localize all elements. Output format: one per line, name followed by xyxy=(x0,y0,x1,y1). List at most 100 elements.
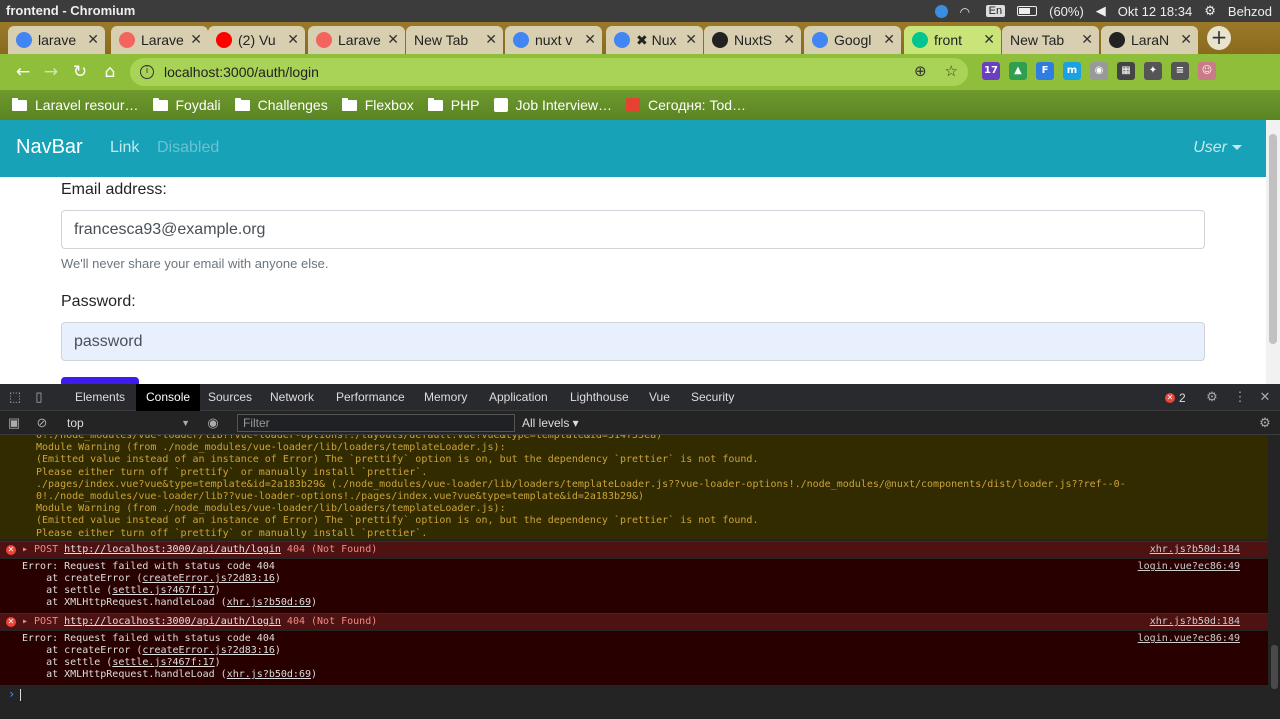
close-tab-icon[interactable]: ✕ xyxy=(783,31,795,48)
devtools-tab-console[interactable]: Console xyxy=(136,384,201,411)
site-info-icon[interactable]: i xyxy=(140,65,154,79)
extension-icon[interactable]: ▲ xyxy=(1009,62,1027,80)
page-scrollbar-thumb[interactable] xyxy=(1269,134,1277,344)
bookmark-item[interactable]: Challenges xyxy=(234,97,328,113)
page-scrollbar[interactable] xyxy=(1266,120,1280,384)
new-tab-button[interactable]: + xyxy=(1207,26,1231,50)
extension-icon[interactable]: F xyxy=(1036,62,1054,80)
navbar-brand[interactable]: NavBar xyxy=(16,136,83,159)
close-tab-icon[interactable]: ✕ xyxy=(1081,31,1093,48)
browser-tab[interactable]: larave ✕ xyxy=(8,26,105,54)
close-tab-icon[interactable]: ✕ xyxy=(287,31,299,48)
wifi-icon[interactable]: ◠ xyxy=(960,5,974,19)
close-tab-icon[interactable]: ✕ xyxy=(190,31,202,48)
volume-icon[interactable]: ◀︎ xyxy=(1096,3,1106,19)
close-tab-icon[interactable]: ✕ xyxy=(584,31,596,48)
devtools-tab-memory[interactable]: Memory xyxy=(414,384,477,411)
devtools-tab-sources[interactable]: Sources xyxy=(198,384,262,411)
close-tab-icon[interactable]: ✕ xyxy=(87,31,99,48)
more-options-icon[interactable]: ⋮ xyxy=(1233,390,1247,404)
close-tab-icon[interactable]: ✕ xyxy=(387,31,399,48)
devtools-tab-vue[interactable]: Vue xyxy=(639,384,680,411)
inspect-element-icon[interactable]: ⬚ xyxy=(8,390,22,404)
bookmark-item[interactable]: Сегодня: Tod… xyxy=(626,97,746,113)
browser-tab[interactable]: New Tab ✕ xyxy=(1002,26,1099,54)
browser-tab[interactable]: NuxtS ✕ xyxy=(704,26,801,54)
stack-frame-link[interactable]: createError.js?2d83:16 xyxy=(142,645,274,656)
keyboard-layout-indicator[interactable]: En xyxy=(985,5,1006,17)
clear-console-icon[interactable]: ⊘ xyxy=(35,416,49,430)
stack-frame-link[interactable]: settle.js?467f:17 xyxy=(112,657,214,668)
browser-tab[interactable]: LaraN ✕ xyxy=(1101,26,1198,54)
reload-icon[interactable]: ↻ xyxy=(69,62,91,82)
devtools-tab-elements[interactable]: Elements xyxy=(65,384,135,411)
error-counter[interactable]: ✕ 2 xyxy=(1165,391,1186,405)
bookmark-item[interactable]: Flexbox xyxy=(341,97,414,113)
password-field[interactable]: password xyxy=(61,322,1205,361)
back-arrow-icon[interactable]: ← xyxy=(12,62,34,82)
devtools-tab-application[interactable]: Application xyxy=(479,384,558,411)
source-link[interactable]: login.vue?ec86:49 xyxy=(1138,561,1240,572)
email-field[interactable]: francesca93@example.org xyxy=(61,210,1205,249)
settings-gear-icon[interactable]: ⚙ xyxy=(1205,390,1219,404)
close-tab-icon[interactable]: ✕ xyxy=(883,31,895,48)
bookmark-item[interactable]: Laravel resour… xyxy=(12,97,139,113)
extension-icon[interactable]: ✦ xyxy=(1144,62,1162,80)
close-tab-icon[interactable]: ✕ xyxy=(685,31,697,48)
source-link[interactable]: login.vue?ec86:49 xyxy=(1138,633,1240,644)
devtools-tab-performance[interactable]: Performance xyxy=(326,384,415,411)
devtools-tab-network[interactable]: Network xyxy=(260,384,324,411)
extension-icon[interactable]: ◉ xyxy=(1090,62,1108,80)
log-levels-dropdown[interactable]: All levels ▾ xyxy=(522,414,579,432)
sidebar-toggle-icon[interactable]: ▣ xyxy=(7,416,21,430)
close-tab-icon[interactable]: ✕ xyxy=(485,31,497,48)
request-method[interactable]: ▸ POST xyxy=(22,544,64,555)
context-select[interactable]: top ▼ xyxy=(60,414,196,432)
browser-tab[interactable]: Larave ✕ xyxy=(111,26,208,54)
browser-tab[interactable]: nuxt v ✕ xyxy=(505,26,602,54)
console-scrollbar-thumb[interactable] xyxy=(1271,645,1278,689)
browser-tab[interactable]: (2) Vu ✕ xyxy=(208,26,305,54)
error-request-row[interactable]: ✕ ▸ POST http://localhost:3000/api/auth/l… xyxy=(0,613,1268,630)
browser-tab[interactable]: ✖ Nux ✕ xyxy=(606,26,703,54)
battery-icon[interactable] xyxy=(1017,6,1038,16)
bookmark-item[interactable]: PHP xyxy=(427,97,480,113)
error-request-row[interactable]: ✕ ▸ POST http://localhost:3000/api/auth/l… xyxy=(0,541,1268,558)
extension-icon[interactable]: ▦ xyxy=(1117,62,1135,80)
bookmark-item[interactable]: Foydali xyxy=(152,97,221,113)
home-icon[interactable]: ⌂ xyxy=(99,62,121,82)
devtools-tab-security[interactable]: Security xyxy=(681,384,744,411)
stack-frame-link[interactable]: xhr.js?b50d:69 xyxy=(227,597,311,608)
request-url-link[interactable]: http://localhost:3000/api/auth/login xyxy=(64,544,281,555)
stack-frame-link[interactable]: settle.js?467f:17 xyxy=(112,585,214,596)
submit-button[interactable] xyxy=(61,377,139,384)
console-scrollbar[interactable] xyxy=(1268,435,1280,719)
console-prompt[interactable]: › xyxy=(8,687,22,701)
source-link[interactable]: xhr.js?b50d:184 xyxy=(1150,616,1240,627)
settings-gear-icon[interactable]: ⚙ xyxy=(1204,3,1216,19)
bookmark-star-icon[interactable]: ☆ xyxy=(945,62,958,80)
console-filter-input[interactable]: Filter xyxy=(237,414,515,432)
request-url-link[interactable]: http://localhost:3000/api/auth/login xyxy=(64,616,281,627)
browser-tab[interactable]: front ✕ xyxy=(904,26,1001,54)
address-url[interactable]: localhost:3000/auth/login xyxy=(164,64,319,80)
clock[interactable]: Okt 12 18:34 xyxy=(1118,4,1192,19)
close-tab-icon[interactable]: ✕ xyxy=(1180,31,1192,48)
browser-tab[interactable]: Googl ✕ xyxy=(804,26,901,54)
user-name[interactable]: Behzod xyxy=(1228,4,1272,19)
extension-icon[interactable]: 17 xyxy=(982,62,1000,80)
address-bar[interactable]: i localhost:3000/auth/login ⊕ ☆ xyxy=(130,58,968,86)
browser-tab[interactable]: Larave ✕ xyxy=(308,26,405,54)
stack-frame-link[interactable]: createError.js?2d83:16 xyxy=(142,573,274,584)
close-tab-icon[interactable]: ✕ xyxy=(983,31,995,48)
bookmark-item[interactable]: Job Interview… xyxy=(493,97,612,113)
source-link[interactable]: xhr.js?b50d:184 xyxy=(1150,544,1240,555)
forward-arrow-icon[interactable]: → xyxy=(40,62,62,82)
close-icon[interactable]: ✕ xyxy=(1258,390,1272,404)
browser-tab[interactable]: New Tab ✕ xyxy=(406,26,503,54)
request-method[interactable]: ▸ POST xyxy=(22,616,64,627)
notification-icon[interactable] xyxy=(934,4,948,18)
extension-icon[interactable]: m xyxy=(1063,62,1081,80)
user-dropdown[interactable]: User xyxy=(1193,139,1242,157)
zoom-icon[interactable]: ⊕ xyxy=(914,62,927,80)
